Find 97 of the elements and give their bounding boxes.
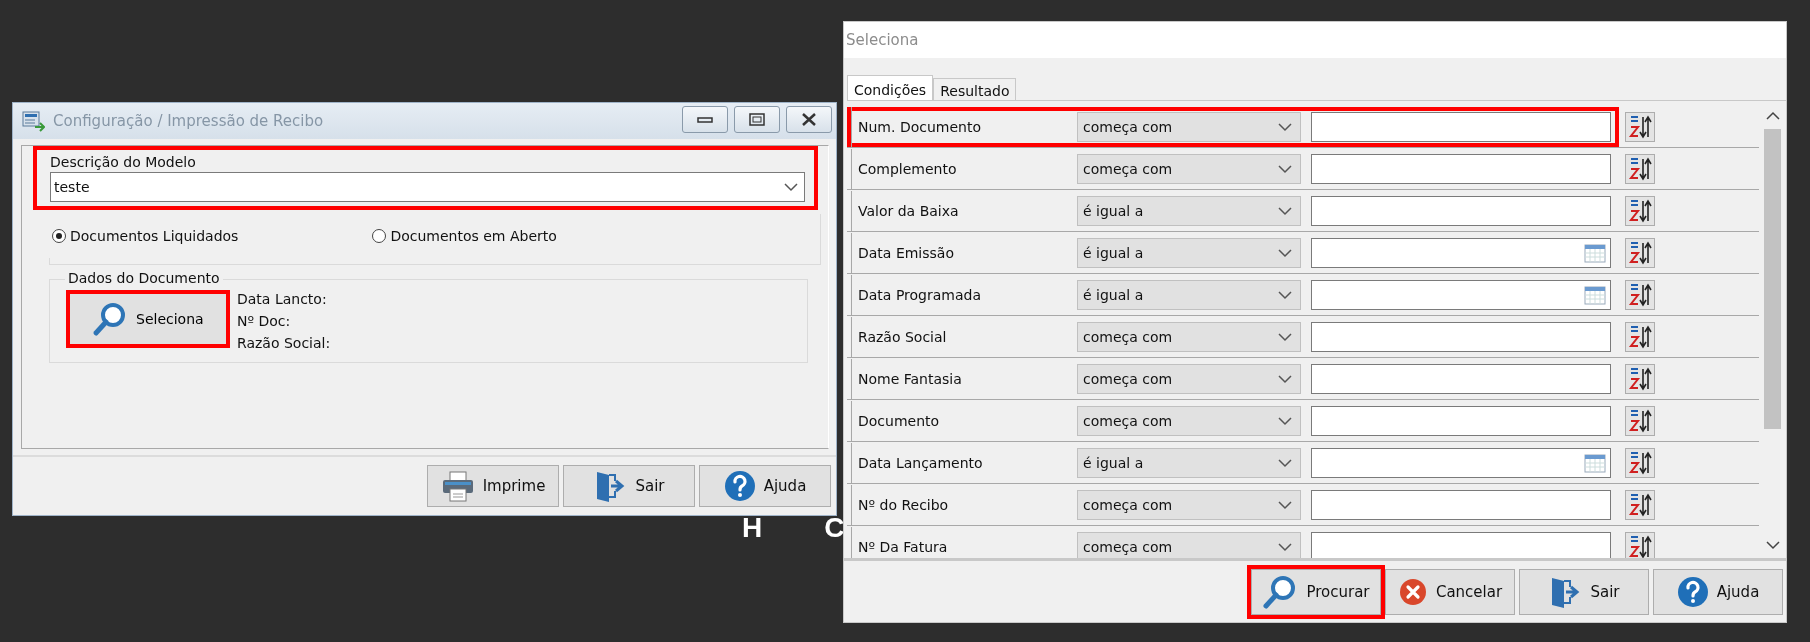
chevron-down-icon (1278, 373, 1292, 384)
chevron-down-icon (1278, 331, 1292, 342)
sort-button[interactable] (1625, 489, 1655, 520)
background-letter: C (824, 512, 845, 544)
window-title: Configuração / Impressão de Recibo (53, 112, 325, 130)
sort-icon (1628, 491, 1652, 518)
sort-icon (1628, 533, 1652, 558)
cancel-icon (1397, 576, 1428, 607)
operator-dropdown[interactable]: começa com (1077, 153, 1301, 184)
input-field[interactable] (1311, 111, 1611, 142)
operator-dropdown[interactable]: começa com (1077, 405, 1301, 436)
field-label: Razão Social: (237, 334, 331, 353)
chevron-down-icon (1278, 121, 1292, 132)
operator-dropdown[interactable]: é igual a (1077, 447, 1301, 478)
calendar-icon (1584, 284, 1606, 305)
button[interactable]: Sair (1519, 568, 1649, 615)
operator-dropdown[interactable]: começa com (1077, 363, 1301, 394)
sort-icon (1628, 323, 1652, 350)
chevron-down-icon (1278, 415, 1292, 426)
operator-dropdown[interactable]: começa com (1077, 321, 1301, 352)
input-field[interactable] (1311, 489, 1611, 520)
button[interactable]: Ajuda (1653, 568, 1783, 615)
chevron-down-icon (1278, 205, 1292, 216)
sort-button[interactable] (1625, 321, 1655, 352)
calendar-icon (1584, 242, 1606, 263)
sort-button[interactable] (1625, 237, 1655, 268)
chevron-down-icon (1278, 541, 1292, 552)
chevron-down-icon (784, 182, 798, 192)
help-icon (1676, 575, 1709, 608)
printer-icon (440, 470, 475, 502)
calendar-icon (1584, 452, 1606, 473)
sort-button[interactable] (1625, 279, 1655, 310)
sort-icon (1628, 239, 1652, 266)
input-field[interactable] (1311, 447, 1611, 478)
input-field[interactable] (1311, 195, 1611, 226)
sort-icon (1628, 281, 1652, 308)
operator-dropdown[interactable]: é igual a (1077, 279, 1301, 310)
chevron-down-icon (1278, 163, 1292, 174)
chevron-down-icon (1278, 247, 1292, 258)
group-title: Dados do Documento (65, 270, 223, 286)
sort-icon (1628, 449, 1652, 476)
sort-icon (1628, 197, 1652, 224)
sort-icon (1628, 155, 1652, 182)
field-label: Data Lancto: (237, 290, 328, 309)
field-label: Descrição do Modelo (50, 154, 197, 170)
background-letter: H (742, 512, 763, 544)
field-label: Nº Doc: (237, 312, 292, 331)
sort-button[interactable] (1625, 531, 1655, 558)
operator-dropdown[interactable]: é igual a (1077, 237, 1301, 268)
sort-button[interactable] (1625, 111, 1655, 142)
minimize-icon (697, 116, 713, 123)
operator-dropdown[interactable]: começa com (1077, 111, 1301, 142)
input-field[interactable] (1311, 405, 1611, 436)
close-button[interactable] (786, 106, 832, 133)
sort-button[interactable] (1625, 363, 1655, 394)
search-icon (92, 301, 128, 337)
tab[interactable]: Resultado (933, 78, 1017, 100)
minimize-button[interactable] (682, 106, 728, 133)
chevron-down-icon (1278, 457, 1292, 468)
operator-dropdown[interactable]: é igual a (1077, 195, 1301, 226)
sort-button[interactable] (1625, 447, 1655, 478)
input-field[interactable] (1311, 153, 1611, 184)
sort-icon (1628, 113, 1652, 140)
scroll-thumb[interactable] (1764, 129, 1781, 429)
operator-dropdown[interactable]: começa com (1077, 531, 1301, 558)
button[interactable]: Ajuda (699, 465, 831, 507)
radio-option[interactable]: Documentos em Aberto (372, 228, 557, 244)
radio-button[interactable] (52, 229, 66, 243)
scroll-up-icon (1765, 111, 1780, 121)
app-icon (21, 110, 45, 132)
button[interactable]: Seleciona (66, 290, 230, 348)
sort-button[interactable] (1625, 195, 1655, 226)
window-title: Seleciona (846, 31, 919, 49)
input-field[interactable] (1311, 279, 1611, 310)
radio-button[interactable] (372, 229, 387, 243)
button[interactable]: Imprime (427, 465, 559, 507)
chevron-down-icon (1278, 499, 1292, 510)
input-field[interactable] (1311, 363, 1611, 394)
maximize-icon (749, 113, 765, 126)
tab[interactable]: Condições (847, 75, 934, 100)
button[interactable]: Cancelar (1385, 568, 1515, 615)
model-dropdown[interactable]: teste (50, 172, 805, 202)
input-field[interactable] (1311, 531, 1611, 558)
operator-dropdown[interactable]: começa com (1077, 489, 1301, 520)
sort-icon (1628, 365, 1652, 392)
button[interactable]: Sair (563, 465, 695, 507)
sort-icon (1628, 407, 1652, 434)
close-icon (802, 113, 816, 126)
sort-button[interactable] (1625, 153, 1655, 184)
sort-button[interactable] (1625, 405, 1655, 436)
input-field[interactable] (1311, 237, 1611, 268)
maximize-button[interactable] (734, 106, 780, 133)
chevron-down-icon (1278, 289, 1292, 300)
scroll-down-icon (1765, 540, 1780, 550)
radio-option[interactable]: Documentos Liquidados (52, 228, 239, 244)
help-icon (723, 470, 756, 502)
input-field[interactable] (1311, 321, 1611, 352)
